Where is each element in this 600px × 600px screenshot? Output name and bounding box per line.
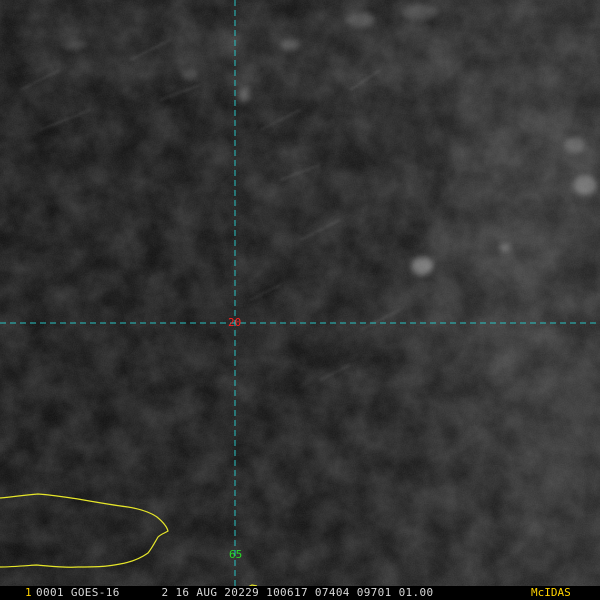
frame-number: 1	[25, 586, 32, 599]
satellite-image-viewer: 20 65 1 0001 GOES-16 2 16 AUG 20229 1006…	[0, 0, 600, 600]
mcidas-brand: McIDAS	[531, 586, 571, 599]
satellite-visible-image	[0, 0, 600, 600]
image-info-text: 0001 GOES-16 2 16 AUG 20229 100617 07404…	[36, 586, 434, 599]
longitude-label: 65	[229, 548, 243, 561]
latitude-label: 20	[228, 316, 242, 329]
image-noise	[0, 0, 600, 600]
status-bar: 1 0001 GOES-16 2 16 AUG 20229 100617 074…	[0, 586, 600, 600]
